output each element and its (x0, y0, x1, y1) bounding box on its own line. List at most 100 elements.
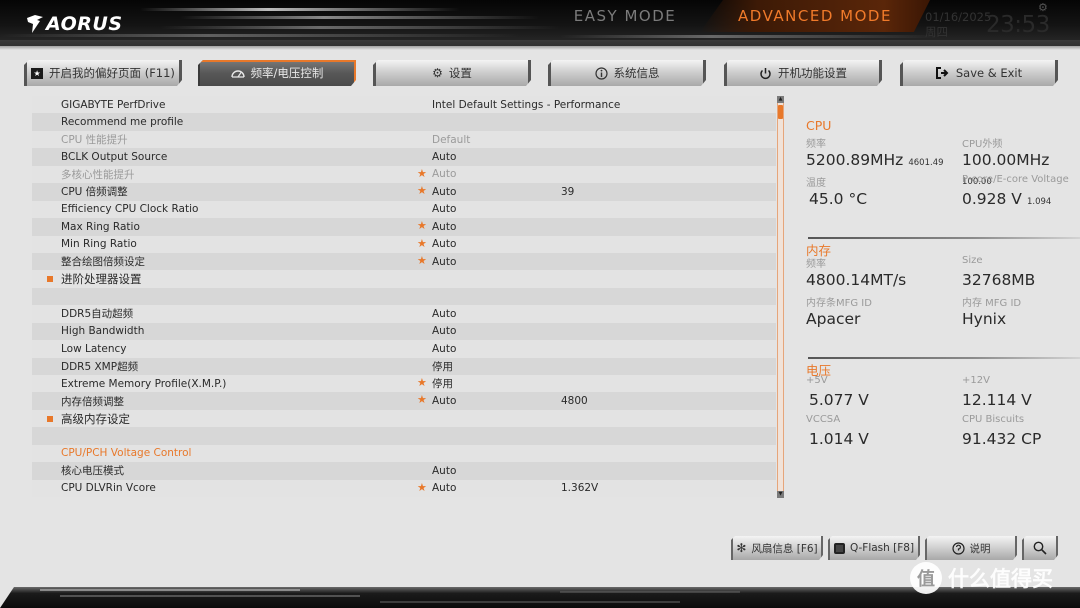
footer-streak (560, 591, 740, 593)
star-icon: ★ (417, 236, 427, 250)
voltage-5v-value: 5.077 V (809, 391, 869, 409)
cpu-biscuits-label: CPU Biscuits (962, 414, 1025, 425)
setting-row[interactable]: High Bandwidth Auto (32, 322, 776, 341)
setting-row[interactable]: 内存倍频调整 ★ Auto 4800 (32, 392, 776, 410)
voltage-12v-label: +12V (962, 375, 990, 386)
tab-settings[interactable]: ⚙ 设置 (373, 60, 531, 86)
setting-row[interactable]: Extreme Memory Profile(X.M.P.) ★ 停用 (32, 375, 776, 393)
help-label: 说明 (969, 542, 991, 555)
setting-row[interactable]: Min Ring Ratio ★ Auto (32, 235, 776, 253)
setting-value[interactable]: Auto (432, 221, 456, 233)
voltage-12v-value: 12.114 V (962, 391, 1032, 409)
voltage-vccsa: VCCSA 1.014 V (806, 414, 962, 453)
setting-label: 整合绘图倍频设定 (61, 256, 145, 269)
setting-value[interactable]: Auto (432, 203, 456, 215)
setting-label: Efficiency CPU Clock Ratio (61, 203, 199, 216)
search-button[interactable] (1022, 536, 1058, 560)
setting-label: Low Latency (61, 342, 127, 355)
setting-value[interactable]: Intel Default Settings - Performance (432, 99, 620, 111)
qflash-label: Q-Flash [F8] (849, 542, 915, 554)
setting-row[interactable]: 整合绘图倍频设定 ★ Auto (32, 252, 776, 271)
tab-boot[interactable]: 开机功能设置 (724, 60, 882, 86)
setting-label: 多核心性能提升 (61, 168, 135, 181)
voltage-5v: +5V 5.077 V (806, 375, 962, 414)
setting-row (32, 287, 776, 306)
star-icon: ★ (417, 219, 427, 233)
scroll-up-arrow-icon[interactable]: ▲ (777, 96, 784, 103)
setting-value[interactable]: 停用 (432, 376, 453, 391)
help-button[interactable]: 说明 (925, 536, 1017, 560)
setting-row[interactable]: CPU 性能提升 Default (32, 130, 776, 149)
aorus-eagle-icon (27, 15, 43, 33)
setting-row[interactable]: Max Ring Ratio ★ Auto (32, 218, 776, 236)
hardware-monitor-panel: CPU 频率 5200.89MHz 4601.49 CPU外频 100.00MH… (806, 118, 1080, 478)
submenu-bullet-icon (47, 276, 53, 283)
fan-info-button[interactable]: ✻ 风扇信息 [F6] (731, 536, 823, 560)
setting-label: Extreme Memory Profile(X.M.P.) (61, 377, 227, 390)
setting-value[interactable]: Auto (432, 238, 456, 250)
exit-icon (936, 67, 950, 79)
star-icon: ★ (417, 166, 427, 180)
setting-row[interactable]: BCLK Output Source Auto (32, 148, 776, 166)
setting-row[interactable]: CPU DLVRin Vcore ★ Auto 1.362V (32, 479, 776, 498)
setting-row[interactable]: Efficiency CPU Clock Ratio Auto (32, 200, 776, 219)
memory-frequency-value: 4800.14MT/s (806, 271, 907, 289)
scroll-thumb[interactable] (778, 105, 783, 119)
setting-value[interactable]: Auto (432, 151, 456, 163)
settings-scrollbar[interactable]: ▲ ▼ (777, 96, 784, 498)
tab-tweaker[interactable]: 频率/电压控制 (198, 60, 356, 86)
submenu-item[interactable]: 进阶处理器设置 (32, 270, 776, 288)
setting-row[interactable]: Recommend me profile (32, 113, 776, 131)
header-streak (140, 8, 460, 11)
setting-value[interactable]: Auto (432, 186, 456, 198)
memory-module-mfg-label: 内存条MFG ID (806, 298, 872, 309)
submenu-item[interactable]: 高级内存设定 (32, 409, 776, 428)
setting-value[interactable]: Auto (432, 395, 456, 407)
qflash-button[interactable]: Q-Flash [F8] (828, 536, 920, 560)
setting-value[interactable]: Auto (432, 325, 456, 337)
setting-label: 核心电压模式 (61, 465, 124, 478)
voltage-vccsa-label: VCCSA (806, 414, 841, 425)
settings-gear-icon[interactable]: ⚙ (1038, 1, 1048, 14)
memory-chip-mfg-label: 内存 MFG ID (962, 298, 1022, 309)
setting-value[interactable]: Default (432, 134, 470, 146)
setting-current-value: 4800 (561, 395, 588, 408)
memory-frequency-label: 频率 (806, 259, 826, 270)
setting-value[interactable]: Auto (432, 482, 456, 494)
tab-save-exit[interactable]: Save & Exit (900, 60, 1058, 86)
setting-label: CPU 倍频调整 (61, 186, 128, 199)
setting-value[interactable]: 停用 (432, 359, 453, 374)
cpu-voltage-value: 0.928 V (962, 190, 1022, 208)
setting-label: BCLK Output Source (61, 151, 168, 164)
setting-value[interactable]: Auto (432, 308, 456, 320)
setting-value[interactable]: Auto (432, 256, 456, 268)
voltage-title: 电压 (806, 363, 832, 378)
cpu-bclk-value: 100.00MHz (962, 151, 1050, 169)
cpu-temp-label: 温度 (806, 178, 826, 189)
setting-row[interactable]: GIGABYTE PerfDrive Intel Default Settings… (32, 96, 776, 114)
setting-value[interactable]: Auto (432, 465, 456, 477)
setting-row[interactable]: DDR5 XMP超频 停用 (32, 357, 776, 375)
memory-size-value: 32768MB (962, 271, 1036, 289)
cpu-voltage-label: P-core/E-core Voltage (962, 174, 1069, 185)
advanced-mode-button[interactable]: ADVANCED MODE (700, 0, 930, 32)
setting-row[interactable]: 多核心性能提升 ★ Auto (32, 165, 776, 184)
tab-system-info[interactable]: 系统信息 (548, 60, 706, 86)
search-icon (1033, 541, 1047, 555)
scroll-down-arrow-icon[interactable]: ▼ (777, 491, 784, 498)
setting-row[interactable]: CPU 倍频调整 ★ Auto 39 (32, 183, 776, 201)
easy-mode-button[interactable]: EASY MODE (540, 0, 710, 32)
setting-value[interactable]: Auto (432, 168, 456, 180)
setting-row[interactable]: DDR5自动超频 Auto (32, 305, 776, 323)
setting-row[interactable]: Low Latency Auto (32, 340, 776, 358)
header-streak (560, 35, 940, 38)
setting-value[interactable]: Auto (432, 343, 456, 355)
setting-row[interactable]: 核心电压模式 Auto (32, 462, 776, 480)
setting-label: CPU DLVRin Vcore (61, 482, 156, 495)
footer-streak (40, 589, 300, 591)
tab-favorites[interactable]: ★ 开启我的偏好页面 (F11) (24, 60, 182, 86)
setting-label: DDR5自动超频 (61, 308, 134, 321)
cpu-temperature: 温度 45.0 °C (806, 174, 962, 213)
header-streak (180, 16, 540, 19)
cpu-frequency-sub: 4601.49 (908, 158, 944, 168)
